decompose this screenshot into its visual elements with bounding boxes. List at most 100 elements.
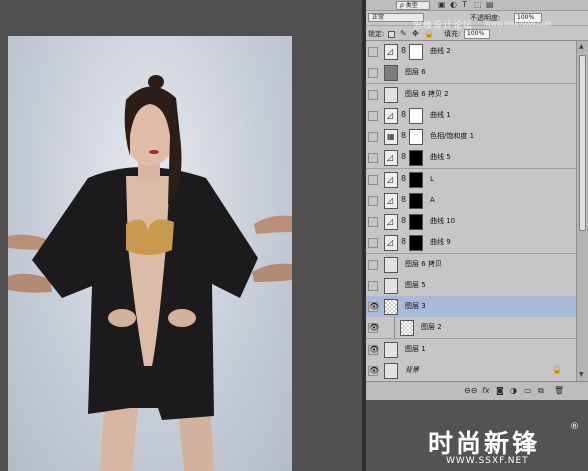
scroll-thumb[interactable] bbox=[579, 55, 586, 231]
layer-mask-thumbnail[interactable] bbox=[409, 235, 423, 252]
layer-thumbnail[interactable]: ◿ bbox=[384, 171, 398, 188]
layer-thumbnail[interactable]: ◿ bbox=[384, 214, 398, 230]
layer-row[interactable]: ◿ 8 曲线 2 bbox=[366, 41, 576, 63]
visibility-toggle-icon[interactable] bbox=[368, 132, 378, 142]
layer-name[interactable]: 图层 6 拷贝 2 bbox=[405, 84, 449, 105]
visibility-toggle-icon[interactable] bbox=[368, 259, 378, 270]
filter-smart-object-icon[interactable]: ▤ bbox=[486, 0, 494, 10]
layer-name[interactable]: 背景 bbox=[405, 360, 419, 381]
layer-row[interactable]: ◿ 8 曲线 10 bbox=[366, 211, 576, 233]
layer-list-scrollbar[interactable]: ▲ ▼ bbox=[576, 41, 588, 381]
link-layers-icon[interactable]: ⊖⊖ bbox=[464, 385, 477, 397]
layer-mask-thumbnail[interactable] bbox=[409, 171, 423, 188]
new-layer-icon[interactable]: ⧉ bbox=[538, 385, 544, 397]
layer-thumbnail[interactable] bbox=[384, 299, 398, 315]
visibility-toggle-icon[interactable]: 👁 bbox=[368, 344, 379, 355]
layer-mask-thumbnail[interactable] bbox=[409, 129, 423, 145]
delete-layer-icon[interactable]: 🗑 bbox=[554, 385, 564, 397]
layer-name[interactable]: 曲线 2 bbox=[430, 41, 451, 62]
layer-thumbnail[interactable] bbox=[384, 277, 398, 294]
layer-row[interactable]: ◿ 8 曲线 1 bbox=[366, 104, 576, 127]
layer-name[interactable]: L bbox=[430, 169, 434, 190]
add-layer-style-icon[interactable]: fx bbox=[482, 385, 490, 397]
layer-row[interactable]: 图层 6 拷贝 2 bbox=[366, 83, 576, 106]
layer-row[interactable]: ▦ 8 色相/饱和度 1 bbox=[366, 126, 576, 148]
layer-row[interactable]: 👁 图层 1 bbox=[366, 338, 576, 361]
visibility-toggle-icon[interactable]: 👁 bbox=[368, 323, 379, 334]
new-group-icon[interactable]: ▭ bbox=[524, 385, 532, 397]
layer-name[interactable]: 图层 3 bbox=[405, 296, 426, 317]
layer-row[interactable]: ◿ 8 A bbox=[366, 189, 576, 212]
layer-name[interactable]: 图层 6 拷贝 bbox=[405, 254, 442, 275]
layer-name[interactable]: 曲线 10 bbox=[430, 211, 455, 232]
mask-link-icon[interactable]: 8 bbox=[401, 152, 406, 162]
lock-image-pixels-icon[interactable]: ✎ bbox=[400, 29, 407, 39]
visibility-toggle-icon[interactable] bbox=[368, 47, 378, 57]
layer-row[interactable]: 图层 5 bbox=[366, 274, 576, 297]
add-mask-icon[interactable]: ◙ bbox=[496, 385, 504, 397]
layer-mask-thumbnail[interactable] bbox=[409, 214, 423, 230]
layer-thumbnail[interactable] bbox=[384, 65, 398, 82]
layer-name[interactable]: 曲线 1 bbox=[430, 105, 451, 126]
layer-mask-thumbnail[interactable] bbox=[409, 107, 423, 124]
document-canvas[interactable] bbox=[8, 36, 292, 471]
visibility-toggle-icon[interactable] bbox=[368, 89, 378, 100]
scroll-up-icon[interactable]: ▲ bbox=[579, 43, 584, 50]
layer-thumbnail[interactable] bbox=[384, 86, 398, 103]
layer-row[interactable]: 图层 6 bbox=[366, 62, 576, 85]
filter-adjustment-icon[interactable]: ◐ bbox=[450, 0, 457, 10]
mask-link-icon[interactable]: 8 bbox=[401, 46, 406, 56]
layer-row[interactable]: 👁 图层 2 bbox=[366, 317, 576, 340]
layer-mask-thumbnail[interactable] bbox=[409, 150, 423, 167]
mask-link-icon[interactable]: 8 bbox=[401, 195, 406, 205]
visibility-toggle-icon[interactable]: 👁 bbox=[368, 365, 379, 376]
layer-row[interactable]: 👁 图层 3 bbox=[366, 296, 576, 318]
layer-name[interactable]: 曲线 5 bbox=[430, 147, 451, 168]
layer-name[interactable]: 图层 1 bbox=[405, 339, 426, 360]
visibility-toggle-icon[interactable] bbox=[368, 280, 378, 291]
new-adjustment-layer-icon[interactable]: ◑ bbox=[510, 385, 517, 397]
mask-link-icon[interactable]: 8 bbox=[401, 110, 406, 120]
layer-name[interactable]: 色相/饱和度 1 bbox=[430, 126, 474, 147]
layer-name[interactable]: 曲线 9 bbox=[430, 232, 451, 253]
mask-link-icon[interactable]: 8 bbox=[401, 131, 406, 141]
visibility-toggle-icon[interactable] bbox=[368, 153, 378, 164]
layer-row[interactable]: 图层 6 拷贝 bbox=[366, 253, 576, 276]
layer-name[interactable]: 图层 6 bbox=[405, 62, 426, 83]
visibility-toggle-icon[interactable] bbox=[368, 217, 378, 227]
layer-thumbnail[interactable]: ◿ bbox=[384, 107, 398, 124]
visibility-toggle-icon[interactable] bbox=[368, 238, 378, 249]
mask-link-icon[interactable]: 8 bbox=[401, 216, 406, 226]
filter-pixel-icon[interactable]: ▣ bbox=[438, 0, 446, 10]
mask-link-icon[interactable]: 8 bbox=[401, 174, 406, 184]
visibility-toggle-icon[interactable] bbox=[368, 68, 378, 79]
layer-row[interactable]: ◿ 8 L bbox=[366, 168, 576, 191]
layer-row[interactable]: 👁 背景 🔒 bbox=[366, 359, 576, 382]
layer-mask-thumbnail[interactable] bbox=[409, 44, 423, 60]
visibility-toggle-icon[interactable] bbox=[368, 110, 378, 121]
layer-name[interactable]: 图层 2 bbox=[421, 317, 442, 338]
visibility-toggle-icon[interactable]: 👁 bbox=[368, 302, 379, 312]
layer-row[interactable]: ◿ 8 曲线 9 bbox=[366, 232, 576, 255]
filter-shape-icon[interactable]: ⬚ bbox=[474, 0, 482, 10]
layer-thumbnail[interactable]: ◿ bbox=[384, 192, 398, 209]
visibility-toggle-icon[interactable] bbox=[368, 174, 378, 185]
layer-row[interactable]: ◿ 8 曲线 5 bbox=[366, 147, 576, 170]
layer-thumbnail[interactable]: ◿ bbox=[384, 44, 398, 60]
layer-thumbnail[interactable] bbox=[400, 320, 414, 337]
mask-link-icon[interactable]: 8 bbox=[401, 237, 406, 247]
layer-name[interactable]: 图层 5 bbox=[405, 275, 426, 296]
layer-thumbnail[interactable]: ▦ bbox=[384, 129, 398, 145]
lock-transparent-pixels-icon[interactable] bbox=[388, 31, 395, 38]
layer-thumbnail[interactable]: ◿ bbox=[384, 150, 398, 167]
layer-thumbnail[interactable] bbox=[384, 341, 398, 358]
layer-mask-thumbnail[interactable] bbox=[409, 192, 423, 209]
visibility-toggle-icon[interactable] bbox=[368, 195, 378, 206]
layer-thumbnail[interactable] bbox=[384, 362, 398, 379]
layer-thumbnail[interactable]: ◿ bbox=[384, 235, 398, 252]
filter-type-icon[interactable]: T bbox=[462, 0, 467, 10]
filter-kind-dropdown[interactable]: ρ 类型 bbox=[396, 1, 430, 10]
canvas-area[interactable] bbox=[0, 0, 362, 471]
scroll-down-icon[interactable]: ▼ bbox=[579, 371, 584, 378]
layer-thumbnail[interactable] bbox=[384, 256, 398, 273]
